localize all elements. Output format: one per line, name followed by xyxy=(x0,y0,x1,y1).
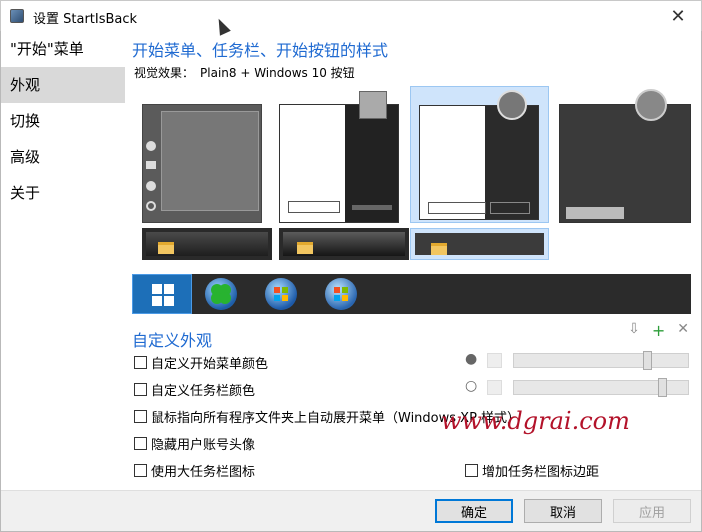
taskbar-color-swatch[interactable] xyxy=(487,380,502,395)
windows-7-flag-icon xyxy=(274,287,288,301)
taskbar-style-a[interactable] xyxy=(142,228,272,260)
start-button-strip xyxy=(132,274,691,314)
sidebar: "开始"菜单 外观 切换 高级 关于 xyxy=(1,31,125,490)
start-button-clover-orb[interactable] xyxy=(205,278,237,310)
option-label: 使用大任务栏图标 xyxy=(151,465,256,480)
main-panel: 开始菜单、任务栏、开始按钮的样式 视觉效果： Plain8 + Windows 1… xyxy=(125,31,701,490)
option-large-taskbar-icons[interactable]: 使用大任务栏图标 xyxy=(134,461,255,480)
sidebar-item-start-menu[interactable]: "开始"菜单 xyxy=(1,31,125,67)
checkbox[interactable] xyxy=(134,464,147,477)
clover-icon xyxy=(211,284,231,304)
taskbar-style-b[interactable] xyxy=(279,228,409,260)
start-button-windows-10[interactable] xyxy=(132,274,192,314)
dialog-footer: 确定 取消 应用 xyxy=(1,490,701,531)
checkbox[interactable] xyxy=(134,383,147,396)
style-thumb-classic-light[interactable] xyxy=(279,86,418,223)
user-avatar-icon xyxy=(635,89,667,121)
style-thumb-dark-flat[interactable] xyxy=(559,86,698,223)
option-label: 自定义开始菜单颜色 xyxy=(151,357,269,372)
option-label: 隐藏用户账号头像 xyxy=(151,438,256,453)
cancel-button[interactable]: 取消 xyxy=(524,499,602,523)
start-button-windows-8-orb[interactable] xyxy=(325,278,357,310)
ok-button[interactable]: 确定 xyxy=(435,499,513,523)
option-label: 自定义任务栏颜色 xyxy=(151,384,256,399)
visual-effect-line: 视觉效果： Plain8 + Windows 10 按钮 xyxy=(134,64,361,81)
taskbar-color-slider[interactable] xyxy=(513,378,689,397)
option-taskbar-icon-padding[interactable]: 增加任务栏图标边距 xyxy=(465,461,599,480)
windows-flag-icon xyxy=(334,287,348,301)
window-title: 设置 StartIsBack xyxy=(33,12,138,27)
slider-knob[interactable] xyxy=(643,351,652,370)
sidebar-item-about[interactable]: 关于 xyxy=(1,175,125,211)
sidebar-item-advanced[interactable]: 高级 xyxy=(1,139,125,175)
remove-icon[interactable]: ✕ xyxy=(677,321,689,340)
option-custom-menu-color[interactable]: 自定义开始菜单颜色 xyxy=(134,353,268,372)
watermark-text: www.dgrai.com xyxy=(441,407,630,435)
download-icon[interactable]: ⇩ xyxy=(628,321,640,340)
color-drop-outline-icon: ○ xyxy=(465,378,478,394)
visual-effect-label: 视觉效果： xyxy=(134,66,195,80)
user-avatar-icon xyxy=(359,91,387,119)
windows-logo-icon xyxy=(152,284,174,306)
close-button[interactable]: ✕ xyxy=(655,1,701,32)
option-custom-taskbar-color[interactable]: 自定义任务栏颜色 xyxy=(134,380,255,399)
apply-button[interactable]: 应用 xyxy=(613,499,691,523)
checkbox[interactable] xyxy=(465,464,478,477)
visual-effect-value: Plain8 + Windows 10 按钮 xyxy=(200,66,355,80)
customize-tools: ⇩ + ✕ xyxy=(628,321,689,340)
menu-color-slider[interactable] xyxy=(513,351,689,370)
sidebar-item-appearance[interactable]: 外观 xyxy=(1,67,125,103)
color-drop-filled-icon: ● xyxy=(465,351,478,367)
option-label: 增加任务栏图标边距 xyxy=(482,465,600,480)
title-bar[interactable]: 设置 StartIsBack ✕ xyxy=(0,0,702,31)
style-thumb-plain8[interactable] xyxy=(410,86,549,223)
customize-section-title: 自定义外观 xyxy=(132,331,213,350)
user-avatar-icon xyxy=(497,90,527,120)
menu-color-swatch[interactable] xyxy=(487,353,502,368)
add-icon[interactable]: + xyxy=(652,321,665,340)
option-hide-user-avatar[interactable]: 隐藏用户账号头像 xyxy=(134,434,255,453)
start-button-windows-7-orb[interactable] xyxy=(265,278,297,310)
checkbox[interactable] xyxy=(134,410,147,423)
checkbox[interactable] xyxy=(134,437,147,450)
sidebar-item-switch[interactable]: 切换 xyxy=(1,103,125,139)
style-thumb-windows-10[interactable] xyxy=(142,86,281,223)
slider-knob[interactable] xyxy=(658,378,667,397)
page-title: 开始菜单、任务栏、开始按钮的样式 xyxy=(132,41,389,60)
app-icon xyxy=(10,9,24,23)
taskbar-style-c[interactable] xyxy=(410,228,549,260)
checkbox[interactable] xyxy=(134,356,147,369)
